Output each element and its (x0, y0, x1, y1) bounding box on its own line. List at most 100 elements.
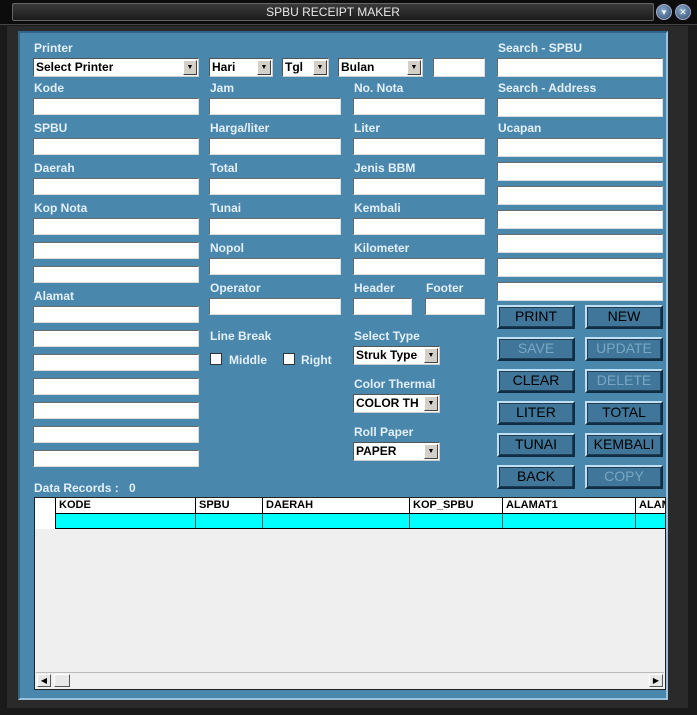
tunai-input[interactable] (209, 218, 341, 235)
jenis-bbm-input[interactable] (353, 178, 485, 195)
roll-paper-select[interactable]: PAPER ▼ (353, 442, 440, 461)
table-cell[interactable] (503, 514, 636, 528)
tgl-select-value: Tgl (285, 60, 303, 74)
kop-nota-input-3[interactable] (33, 266, 199, 283)
total-label: Total (210, 161, 238, 175)
header-input[interactable] (353, 298, 412, 315)
alamat-input-5[interactable] (33, 402, 199, 419)
jam-label: Jam (210, 81, 235, 95)
table-cell[interactable] (263, 514, 410, 528)
tgl-select[interactable]: Tgl ▼ (282, 58, 329, 77)
chevron-down-icon[interactable]: ▼ (257, 60, 271, 75)
header-label: Header (354, 281, 395, 295)
chevron-down-icon[interactable]: ▼ (424, 396, 438, 411)
alamat-input-3[interactable] (33, 354, 199, 371)
daerah-label: Daerah (34, 161, 75, 175)
tahun-input[interactable] (433, 58, 485, 77)
ucapan-input-1[interactable] (497, 138, 663, 157)
footer-label: Footer (426, 281, 464, 295)
search-address-input[interactable] (497, 98, 663, 117)
column-header-alamat1[interactable]: ALAMAT1 (503, 498, 636, 513)
kode-input[interactable] (33, 98, 199, 115)
alamat-input-4[interactable] (33, 378, 199, 395)
no-nota-input[interactable] (353, 98, 485, 115)
data-grid[interactable]: KODE SPBU DAERAH KOP_SPBU ALAMAT1 ALAM ◀… (34, 497, 666, 690)
ucapan-input-7[interactable] (497, 282, 663, 301)
alamat-input-1[interactable] (33, 306, 199, 323)
scrollbar-thumb[interactable] (54, 674, 70, 687)
table-cell[interactable] (56, 514, 196, 528)
select-type-select[interactable]: Struk Type ▼ (353, 346, 440, 365)
printer-select[interactable]: Select Printer ▼ (33, 58, 199, 77)
liter-button[interactable]: LITER (497, 401, 575, 425)
chevron-down-icon[interactable]: ▼ (183, 60, 197, 75)
delete-button[interactable]: DELETE (585, 369, 663, 393)
ucapan-input-5[interactable] (497, 234, 663, 253)
kembali-input[interactable] (353, 218, 485, 235)
close-icon[interactable]: ✕ (675, 4, 691, 20)
scroll-left-icon[interactable]: ◀ (37, 674, 51, 687)
print-button[interactable]: PRINT (497, 305, 575, 329)
chevron-down-icon[interactable]: ▼ (313, 60, 327, 75)
search-spbu-label: Search - SPBU (498, 41, 583, 55)
alamat-input-6[interactable] (33, 426, 199, 443)
nopol-input[interactable] (209, 258, 341, 275)
chevron-down-icon[interactable]: ▼ (424, 444, 438, 459)
column-header-kop-spbu[interactable]: KOP_SPBU (410, 498, 503, 513)
chevron-down-icon[interactable]: ▼ (407, 60, 421, 75)
save-button[interactable]: SAVE (497, 337, 575, 361)
jam-input[interactable] (209, 98, 341, 115)
total-input[interactable] (209, 178, 341, 195)
hari-select-value: Hari (212, 60, 236, 74)
kembali-button[interactable]: KEMBALI (585, 433, 663, 457)
update-button[interactable]: UPDATE (585, 337, 663, 361)
right-checkbox[interactable] (283, 353, 295, 365)
alamat-input-7[interactable] (33, 450, 199, 467)
column-header-daerah[interactable]: DAERAH (263, 498, 410, 513)
kop-nota-input-2[interactable] (33, 242, 199, 259)
footer-input[interactable] (425, 298, 485, 315)
liter-input[interactable] (353, 138, 485, 155)
chevron-down-icon[interactable]: ▼ (424, 348, 438, 363)
harga-liter-input[interactable] (209, 138, 341, 155)
alamat-label: Alamat (34, 289, 75, 303)
horizontal-scrollbar[interactable]: ◀ ▶ (36, 672, 664, 688)
harga-liter-label: Harga/liter (210, 121, 270, 135)
ucapan-input-3[interactable] (497, 186, 663, 205)
roll-paper-value: PAPER (356, 444, 397, 458)
ucapan-input-6[interactable] (497, 258, 663, 277)
daerah-input[interactable] (33, 178, 199, 195)
color-thermal-select[interactable]: COLOR TH ▼ (353, 394, 440, 413)
hari-select[interactable]: Hari ▼ (209, 58, 273, 77)
back-button[interactable]: BACK (497, 465, 575, 489)
kilometer-input[interactable] (353, 258, 485, 275)
minimize-icon[interactable]: ▾ (656, 4, 672, 20)
alamat-input-2[interactable] (33, 330, 199, 347)
table-row[interactable] (56, 514, 665, 529)
no-nota-label: No. Nota (354, 81, 404, 95)
tunai-button[interactable]: TUNAI (497, 433, 575, 457)
kop-nota-label: Kop Nota (34, 201, 88, 215)
search-spbu-input[interactable] (497, 58, 663, 77)
spbu-label: SPBU (34, 121, 68, 135)
table-cell[interactable] (410, 514, 503, 528)
bulan-select[interactable]: Bulan ▼ (338, 58, 423, 77)
ucapan-input-4[interactable] (497, 210, 663, 229)
total-button[interactable]: TOTAL (585, 401, 663, 425)
new-button[interactable]: NEW (585, 305, 663, 329)
column-header-spbu[interactable]: SPBU (196, 498, 263, 513)
ucapan-input-2[interactable] (497, 162, 663, 181)
table-cell[interactable] (196, 514, 263, 528)
spbu-input[interactable] (33, 138, 199, 155)
operator-input[interactable] (209, 298, 341, 315)
kembali-label: Kembali (354, 201, 401, 215)
copy-button[interactable]: COPY (585, 465, 663, 489)
tunai-label: Tunai (210, 201, 242, 215)
column-header-alamat2[interactable]: ALAM (636, 498, 665, 513)
middle-checkbox[interactable] (210, 353, 222, 365)
column-header-kode[interactable]: KODE (56, 498, 196, 513)
clear-button[interactable]: CLEAR (497, 369, 575, 393)
scroll-right-icon[interactable]: ▶ (649, 674, 663, 687)
title-box: SPBU RECEIPT MAKER (12, 3, 654, 21)
kop-nota-input-1[interactable] (33, 218, 199, 235)
